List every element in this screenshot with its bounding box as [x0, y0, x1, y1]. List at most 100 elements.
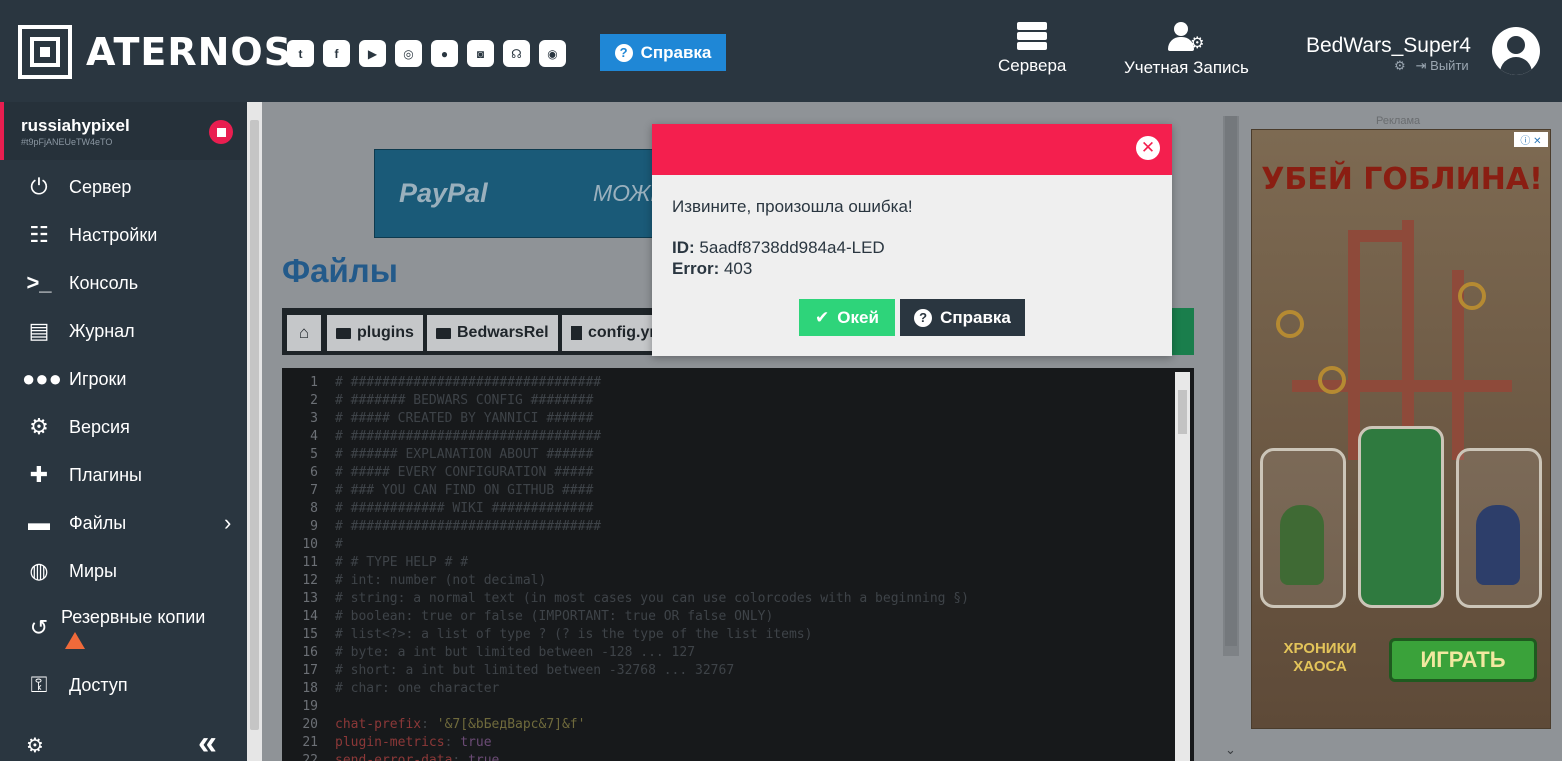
line-number: 1: [310, 375, 318, 390]
sidebar-item-worlds[interactable]: ◍ Миры: [0, 551, 247, 591]
reddit-icon[interactable]: ●: [431, 40, 458, 67]
discord-icon[interactable]: ◙: [467, 40, 494, 67]
youtube-icon[interactable]: ▶: [359, 40, 386, 67]
breadcrumb-label: BedwarsRel: [457, 324, 549, 341]
github-icon[interactable]: ◉: [539, 40, 566, 67]
twitter-icon[interactable]: t: [287, 40, 314, 67]
tank-graphic: [1358, 426, 1444, 608]
sidebar-item-plugins[interactable]: ✚ Плагины: [0, 455, 247, 495]
instagram-icon[interactable]: ◎: [395, 40, 422, 67]
code-line: send-error-data: true: [335, 752, 969, 761]
page-title: Файлы: [282, 252, 398, 289]
file-icon: [571, 326, 582, 340]
config-value: true: [468, 753, 500, 761]
sidebar-item-files[interactable]: ▬ Файлы ›: [0, 503, 247, 543]
avatar[interactable]: [1492, 27, 1540, 75]
error-id-value: 5aadf8738dd984a4-LED: [699, 238, 885, 257]
breadcrumb-plugins[interactable]: plugins: [327, 315, 423, 351]
line-number: 2: [310, 393, 318, 408]
settings-gear-icon[interactable]: ⚙: [26, 733, 44, 758]
code-line: # short: a int but limited between -3276…: [335, 663, 735, 678]
sidebar-item-label: Резервные копии: [61, 607, 206, 627]
ad-column: ⌄ Реклама ⓘ ✕ УБЕЙ ГОБЛИНА! ХРОНИКИ ХАОС…: [1223, 102, 1562, 761]
close-icon[interactable]: ✕: [1136, 136, 1160, 160]
home-icon: ⌂: [298, 323, 310, 342]
code-editor[interactable]: 1 2 3 4 5 6 7 8 9 10 11 12 13 14 15 16 17 18 19 20 21 22 # ##…: [282, 368, 1194, 761]
sidebar-item-label: Файлы: [69, 512, 127, 533]
error-code-label: Error:: [672, 259, 720, 278]
stop-server-button[interactable]: [209, 120, 233, 144]
sidebar-item-console[interactable]: >_ Консоль: [0, 263, 247, 303]
terminal-icon: >_: [26, 270, 52, 295]
breadcrumb-label: plugins: [357, 324, 414, 341]
line-number: 18: [302, 681, 318, 696]
config-key: chat-prefix: [335, 717, 422, 732]
paypal-ad-banner[interactable]: PayPal МОЖЕ: [374, 149, 674, 238]
adchoices-icon[interactable]: ⓘ ✕: [1514, 132, 1548, 147]
ok-button[interactable]: ✔ Окей: [799, 299, 895, 336]
line-number: 20: [302, 717, 318, 732]
config-separator: :: [421, 717, 437, 732]
code-line: # boolean: true or false (IMPORTANT: tru…: [335, 609, 774, 624]
social-links: t f ▶ ◎ ● ◙ ☊ ◉: [287, 40, 566, 67]
config-separator: :: [444, 735, 461, 750]
gear-icon[interactable]: ⚙: [1394, 58, 1406, 74]
breadcrumb-home[interactable]: ⌂: [287, 315, 321, 351]
server-header: russiahypixel #t9pFjANEUeTW4eTO: [0, 102, 247, 160]
code-line: # char: one character: [335, 681, 500, 696]
power-icon: ⏻: [30, 174, 48, 199]
top-header: ATERNOS t f ▶ ◎ ● ◙ ☊ ◉ ? Справка Сервер…: [0, 0, 1562, 102]
check-icon: ✔: [815, 307, 830, 327]
sidebar-item-log[interactable]: ▤ Журнал: [0, 311, 247, 351]
sidebar-item-version[interactable]: ⚙ Версия: [0, 407, 247, 447]
config-value: true: [460, 735, 492, 750]
nav-account[interactable]: ⚙ Учетная Запись: [1124, 22, 1249, 78]
globe-icon: ◍: [29, 558, 49, 583]
question-icon: ?: [614, 43, 633, 62]
error-code: Error: 403: [672, 259, 752, 279]
line-number: 9: [310, 519, 318, 534]
line-numbers: 1 2 3 4 5 6 7 8 9 10 11 12 13 14 15 16 17 18 19 20 21 22: [282, 374, 322, 761]
pipe-graphic: [1348, 230, 1414, 242]
chevron-down-icon[interactable]: ⌄: [1225, 742, 1236, 758]
code-line: # ##### EVERY CONFIGURATION #####: [335, 465, 594, 480]
code-line: plugin-metrics: true: [335, 734, 969, 752]
user-links: ⚙ ⇥ Выйти: [1394, 58, 1469, 74]
config-value: '&7[&bБедВарс&7]&f': [436, 717, 586, 732]
teamspeak-icon[interactable]: ☊: [503, 40, 530, 67]
aternos-logo-icon[interactable]: [18, 25, 72, 79]
line-number: 12: [302, 573, 318, 588]
sidebar-item-settings[interactable]: ☷ Настройки: [0, 215, 247, 255]
dialog-header: ✕: [652, 124, 1172, 175]
sidebar-item-label: Игроки: [69, 368, 127, 389]
error-id-label: ID:: [672, 238, 695, 257]
sidebar-item-players[interactable]: ●●● Игроки: [0, 359, 247, 399]
nav-servers[interactable]: Сервера: [998, 22, 1066, 76]
puzzle-icon: ✚: [29, 462, 49, 487]
editor-scrollbar[interactable]: [1175, 372, 1190, 761]
page-scrollbar[interactable]: [1223, 116, 1239, 656]
breadcrumb-bedwarsrel[interactable]: BedwarsRel: [427, 315, 558, 351]
sidebar-scrollbar[interactable]: [247, 102, 262, 761]
sidebar-item-server[interactable]: ⏻ Сервер: [0, 167, 247, 207]
logout-link[interactable]: ⇥ Выйти: [1416, 58, 1469, 74]
play-button[interactable]: ИГРАТЬ: [1389, 638, 1537, 682]
help-button[interactable]: ? Справка: [600, 34, 726, 71]
sidebar-item-label: Доступ: [69, 674, 128, 695]
ad-label: Реклама: [1376, 115, 1421, 127]
sidebar-item-backups[interactable]: ↺ Резервные копии: [0, 599, 247, 655]
code-line: # list<?>: a list of type ? (? is the ty…: [335, 627, 813, 642]
server-id: #t9pFjANEUeTW4eTO: [21, 137, 113, 147]
game-ad[interactable]: ⓘ ✕ УБЕЙ ГОБЛИНА! ХРОНИКИ ХАОСА ИГРАТЬ: [1251, 129, 1551, 729]
code-line: # int: number (not decimal): [335, 573, 547, 588]
facebook-icon[interactable]: f: [323, 40, 350, 67]
line-number: 16: [302, 645, 318, 660]
code-line: # ################################: [335, 519, 602, 534]
user-lock-icon: ⚿: [30, 672, 48, 697]
code-line: # string: a normal text (in most cases y…: [335, 591, 969, 606]
logo-text[interactable]: ATERNOS: [86, 30, 292, 74]
dialog-help-button[interactable]: ? Справка: [900, 299, 1025, 336]
sidebar-item-access[interactable]: ⚿ Доступ: [0, 665, 247, 705]
collapse-sidebar-icon[interactable]: «: [198, 724, 217, 761]
